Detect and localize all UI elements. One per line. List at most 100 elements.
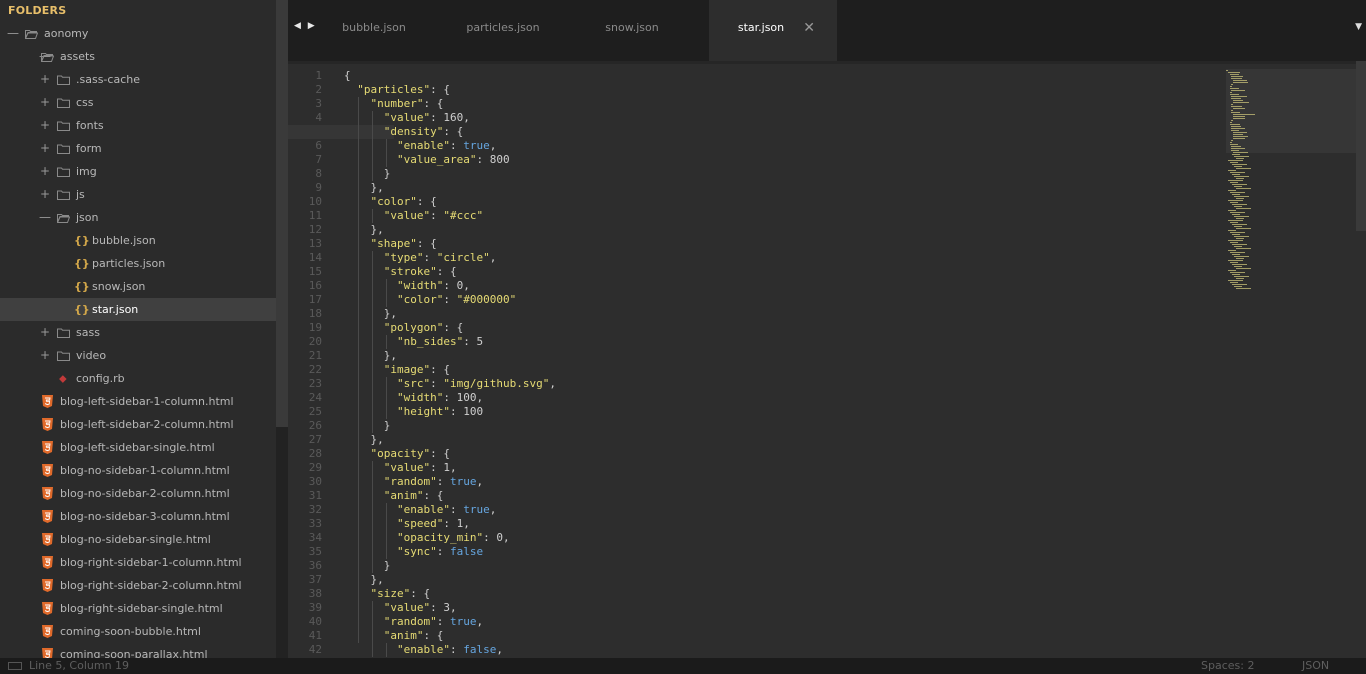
tab-snow-json[interactable]: snow.json [580, 0, 708, 61]
code-area[interactable]: { "particles": { "number": { "value": 16… [288, 69, 1204, 657]
code-line[interactable]: "random": true, [344, 615, 1204, 629]
code-line[interactable]: "type": "circle", [344, 251, 1204, 265]
code-line[interactable]: }, [344, 349, 1204, 363]
panel-toggle-icon[interactable] [8, 662, 22, 670]
syntax-mode[interactable]: JSON [1302, 658, 1329, 674]
tree-file[interactable]: {} snow.json [0, 275, 276, 298]
collapse-toggle-icon[interactable]: — [39, 206, 51, 229]
tree-file[interactable]: blog-no-sidebar-2-column.html [0, 482, 276, 505]
code-line[interactable]: }, [344, 223, 1204, 237]
code-line[interactable]: "width": 100, [344, 391, 1204, 405]
tab-particles-json[interactable]: particles.json [451, 0, 579, 61]
expand-toggle-icon[interactable]: + [39, 114, 51, 137]
code-line[interactable]: }, [344, 181, 1204, 195]
code-line[interactable]: "speed": 1, [344, 517, 1204, 531]
expand-toggle-icon[interactable]: + [39, 183, 51, 206]
expand-toggle-icon[interactable]: + [39, 321, 51, 344]
tree-file[interactable]: blog-no-sidebar-single.html [0, 528, 276, 551]
code-line[interactable]: }, [344, 433, 1204, 447]
code-line[interactable]: "shape": { [344, 237, 1204, 251]
code-line[interactable]: "anim": { [344, 629, 1204, 643]
tree-file[interactable]: {} particles.json [0, 252, 276, 275]
indent-guide [372, 601, 373, 657]
sidebar-scrollbar[interactable] [276, 0, 288, 658]
code-line[interactable]: "anim": { [344, 489, 1204, 503]
tree-folder[interactable]: + css [0, 91, 276, 114]
tree-file[interactable]: blog-left-sidebar-1-column.html [0, 390, 276, 413]
expand-toggle-icon[interactable]: + [39, 91, 51, 114]
tree-file[interactable]: blog-left-sidebar-single.html [0, 436, 276, 459]
code-line[interactable]: { [344, 69, 1204, 83]
tree-folder[interactable]: + img [0, 160, 276, 183]
tree-file[interactable]: coming-soon-bubble.html [0, 620, 276, 643]
expand-toggle-icon[interactable]: + [39, 137, 51, 160]
tree-file[interactable]: {} star.json [0, 298, 276, 321]
expand-toggle-icon[interactable]: + [39, 68, 51, 91]
code-line[interactable]: "opacity_min": 0, [344, 531, 1204, 545]
indentation-setting[interactable]: Spaces: 2 [1201, 658, 1254, 674]
code-line[interactable]: } [344, 167, 1204, 181]
tree-folder[interactable]: — json [0, 206, 276, 229]
code-line[interactable]: "value": "#ccc" [344, 209, 1204, 223]
code-line[interactable]: "enable": true, [344, 139, 1204, 153]
code-line[interactable]: }, [344, 573, 1204, 587]
code-line[interactable]: "sync": false [344, 545, 1204, 559]
minimap-line [1229, 124, 1241, 125]
code-line[interactable]: "color": { [344, 195, 1204, 209]
code-line[interactable]: "opacity": { [344, 447, 1204, 461]
code-line[interactable]: "enable": true, [344, 503, 1204, 517]
tree-folder[interactable]: + form [0, 137, 276, 160]
code-line[interactable]: "height": 100 [344, 405, 1204, 419]
code-line[interactable]: "width": 0, [344, 279, 1204, 293]
sidebar-scrollbar-thumb[interactable] [276, 0, 288, 427]
tree-file[interactable]: blog-no-sidebar-3-column.html [0, 505, 276, 528]
tree-file[interactable]: blog-no-sidebar-1-column.html [0, 459, 276, 482]
code-line[interactable]: "image": { [344, 363, 1204, 377]
code-line[interactable]: "nb_sides": 5 [344, 335, 1204, 349]
code-line[interactable]: "random": true, [344, 475, 1204, 489]
code-line[interactable]: "polygon": { [344, 321, 1204, 335]
tree-file[interactable]: blog-right-sidebar-1-column.html [0, 551, 276, 574]
minimap-line [1231, 128, 1245, 129]
tab-close-icon[interactable]: ✕ [803, 0, 815, 56]
code-line[interactable]: "value": 160, [344, 111, 1204, 125]
code-line[interactable]: "number": { [344, 97, 1204, 111]
tab-star-json[interactable]: star.json ✕ [709, 0, 837, 61]
tab-bubble-json[interactable]: bubble.json [322, 0, 450, 61]
tree-folder[interactable]: — assets [0, 45, 276, 68]
tab-menu-chevron-icon[interactable]: ▼ [1355, 22, 1362, 32]
tree-folder[interactable]: + video [0, 344, 276, 367]
tree-folder[interactable]: — aonomy [0, 22, 276, 45]
editor-scrollbar-thumb[interactable] [1356, 61, 1366, 231]
code-line[interactable]: "color": "#000000" [344, 293, 1204, 307]
code-line[interactable]: } [344, 419, 1204, 433]
minimap-line [1228, 260, 1243, 261]
code-editor[interactable]: 1 2 3 4 5 6 7 8 9 10 11 12 13 14 15 16 17 18 19 20 21 22 23 24 2… [288, 61, 1366, 658]
tree-folder[interactable]: + fonts [0, 114, 276, 137]
code-line[interactable]: } [344, 559, 1204, 573]
tree-folder[interactable]: + js [0, 183, 276, 206]
minimap[interactable] [1226, 69, 1366, 369]
tree-file[interactable]: blog-left-sidebar-2-column.html [0, 413, 276, 436]
tree-folder[interactable]: + .sass-cache [0, 68, 276, 91]
tree-file[interactable]: {} bubble.json [0, 229, 276, 252]
tree-file[interactable]: ⬥ config.rb [0, 367, 276, 390]
code-line[interactable]: "src": "img/github.svg", [344, 377, 1204, 391]
tree-file[interactable]: coming-soon-parallax.html [0, 643, 276, 658]
expand-toggle-icon[interactable]: + [39, 344, 51, 367]
expand-toggle-icon[interactable]: + [39, 160, 51, 183]
code-line[interactable]: "particles": { [344, 83, 1204, 97]
code-line[interactable]: "value_area": 800 [344, 153, 1204, 167]
code-line[interactable]: "stroke": { [344, 265, 1204, 279]
tree-file[interactable]: blog-right-sidebar-single.html [0, 597, 276, 620]
tree-file[interactable]: blog-right-sidebar-2-column.html [0, 574, 276, 597]
code-line[interactable]: "density": { [288, 125, 1204, 139]
code-line[interactable]: }, [344, 307, 1204, 321]
code-line[interactable]: "value": 1, [344, 461, 1204, 475]
tab-nav-arrows[interactable]: ◀ ▶ [294, 21, 317, 31]
code-line[interactable]: "enable": false, [344, 643, 1204, 657]
collapse-toggle-icon[interactable]: — [7, 22, 19, 45]
tree-folder[interactable]: + sass [0, 321, 276, 344]
code-line[interactable]: "value": 3, [344, 601, 1204, 615]
code-line[interactable]: "size": { [344, 587, 1204, 601]
